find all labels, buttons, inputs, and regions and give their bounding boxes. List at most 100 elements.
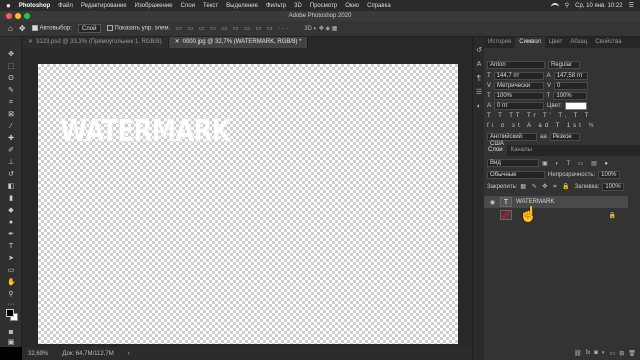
marquee-tool-icon[interactable]: ⬚ xyxy=(7,63,15,70)
more-tools-icon[interactable]: ··· xyxy=(7,301,15,308)
quick-mask-icon[interactable]: ◙ xyxy=(7,329,15,336)
apple-icon[interactable]: ● xyxy=(6,1,11,10)
layer-filter-icons[interactable]: ▣ ◐ T ▭ ▤ ● xyxy=(542,160,611,167)
vertical-scale-field[interactable]: 100% xyxy=(493,92,544,100)
lock-icons[interactable]: ▦ ✎ ✥ ⌗ 🔒 xyxy=(520,183,571,191)
screen-mode-icon[interactable]: ▣ xyxy=(7,339,15,346)
zoom-tool-icon[interactable]: ⚲ xyxy=(7,291,15,298)
history-brush-icon[interactable]: ↺ xyxy=(7,171,15,178)
add-mask-icon[interactable]: ◙ xyxy=(594,350,598,357)
menu-3d[interactable]: 3D xyxy=(294,3,302,9)
baseline-field[interactable]: 0 пт xyxy=(494,102,545,110)
doc-tab[interactable]: ✕ 3123.psd @ 33,3% (Прямоугольник 1, RGB/… xyxy=(22,37,169,48)
opacity-field[interactable]: 100% xyxy=(598,171,621,179)
character-panel-icon[interactable]: A xyxy=(475,61,483,69)
menu-view[interactable]: Просмотр xyxy=(310,3,337,9)
language-select[interactable]: Английский: США xyxy=(487,133,537,147)
delete-layer-icon[interactable]: 🗑 xyxy=(628,350,636,357)
menu-type[interactable]: Текст xyxy=(203,3,218,9)
tab-properties[interactable]: Свойства xyxy=(591,37,625,48)
new-layer-icon[interactable]: ⊞ xyxy=(619,350,624,357)
minimize-window-button[interactable] xyxy=(15,13,21,19)
close-tab-icon[interactable]: ✕ xyxy=(28,39,33,45)
hand-tool-icon[interactable]: ✋ xyxy=(7,279,16,286)
type-tool-icon[interactable]: T xyxy=(7,243,15,250)
menu-layers[interactable]: Слои xyxy=(180,3,195,9)
menu-edit[interactable]: Редактирование xyxy=(81,3,127,9)
lasso-tool-icon[interactable]: ʘ xyxy=(7,75,15,82)
paragraph-panel-icon[interactable]: ¶ xyxy=(475,75,483,83)
frame-tool-icon[interactable]: ⊠ xyxy=(7,111,15,118)
menu-help[interactable]: Справка xyxy=(367,3,391,9)
pen-tool-icon[interactable]: ✒ xyxy=(7,231,15,238)
3d-mode-icons[interactable]: 3D ◐ ✥ ◈ ▦ xyxy=(304,25,337,32)
menu-list-icon[interactable]: ☰ xyxy=(629,2,634,9)
home-icon[interactable]: ⌂ xyxy=(8,24,13,33)
menu-select[interactable]: Выделение xyxy=(226,3,258,9)
link-layers-icon[interactable]: ⛓ xyxy=(574,350,582,357)
layer-filter-select[interactable]: Вид xyxy=(487,159,539,167)
font-style-select[interactable]: Regular xyxy=(548,61,580,69)
visibility-eye-icon[interactable]: ◉ xyxy=(489,199,496,206)
watermark-text[interactable]: WATERMARK xyxy=(60,114,231,149)
foreground-color-swatch[interactable] xyxy=(6,309,14,317)
quick-select-icon[interactable]: ✎ xyxy=(7,87,15,94)
doc-tab-active[interactable]: ✕ 0000.jpg @ 32,7% (WATERMARK, RGB/8) * xyxy=(168,37,309,48)
crop-tool-icon[interactable]: ⌗ xyxy=(7,99,15,106)
healing-brush-icon[interactable]: ✚ xyxy=(7,135,15,142)
canvas[interactable]: WATERMARK xyxy=(38,64,458,344)
tab-history[interactable]: История xyxy=(484,37,515,48)
blend-mode-select[interactable]: Обычные xyxy=(487,171,545,179)
tracking-field[interactable]: 0 xyxy=(554,82,589,90)
layer-row[interactable]: 🔒 xyxy=(484,209,628,221)
tab-layers[interactable]: Слои xyxy=(484,145,507,156)
new-group-icon[interactable]: ▭ xyxy=(610,350,616,357)
menu-image[interactable]: Изображение xyxy=(135,3,173,9)
autoselect-dropdown[interactable]: Слой xyxy=(77,24,101,33)
font-family-select[interactable]: Anton xyxy=(487,61,545,69)
path-select-icon[interactable]: ➤ xyxy=(7,255,15,262)
fill-field[interactable]: 100% xyxy=(602,183,625,191)
autoselect-checkbox[interactable] xyxy=(31,25,38,32)
properties-panel-icon[interactable]: ☰ xyxy=(475,89,483,97)
font-size-field[interactable]: 144,7 пт xyxy=(493,72,544,80)
opentype-buttons[interactable]: fi σ st A ad T 1st ½ xyxy=(487,123,597,129)
history-panel-icon[interactable]: ↺ xyxy=(475,47,483,55)
tab-color[interactable]: Цвет xyxy=(545,37,566,48)
align-icons[interactable]: ▭ ▭ ▭ ▭ ▭ ▭ ▭ ▭ ▭ ··· xyxy=(176,25,290,32)
wifi-icon[interactable] xyxy=(550,3,559,8)
clock[interactable]: Ср, 10 янв. 10:22 xyxy=(575,3,622,9)
leading-field[interactable]: 147,58 пт xyxy=(553,72,588,80)
transform-controls-checkbox[interactable] xyxy=(106,25,113,32)
app-menu[interactable]: Photoshop xyxy=(19,3,50,9)
zoom-level[interactable]: 32,69% xyxy=(28,351,48,357)
zoom-window-button[interactable] xyxy=(24,13,30,19)
move-tool-icon[interactable]: ✥ xyxy=(19,24,26,33)
type-style-buttons[interactable]: T T TT Tr T' T, T T xyxy=(487,113,591,119)
adjustment-layer-icon[interactable]: ◐ xyxy=(602,350,606,357)
blur-tool-icon[interactable]: ◆ xyxy=(7,207,15,214)
gradient-tool-icon[interactable]: ▮ xyxy=(7,195,15,202)
fx-icon[interactable]: fx xyxy=(586,350,591,357)
menu-window[interactable]: Окно xyxy=(345,3,359,9)
horizontal-scale-field[interactable]: 100% xyxy=(553,92,588,100)
dodge-tool-icon[interactable]: ● xyxy=(7,219,15,226)
status-arrow-icon[interactable]: › xyxy=(128,351,130,357)
kerning-select[interactable]: Метрически xyxy=(494,82,545,90)
tab-channels[interactable]: Каналы xyxy=(507,145,536,156)
brush-tool-icon[interactable]: ✐ xyxy=(7,147,15,154)
tab-character[interactable]: Символ xyxy=(515,37,545,48)
text-color-swatch[interactable] xyxy=(565,102,588,110)
layer-row[interactable]: ◉ T WATERMARK xyxy=(484,196,628,208)
menu-filter[interactable]: Фильтр xyxy=(266,3,286,9)
tab-paragraph[interactable]: Абзац xyxy=(566,37,591,48)
menu-file[interactable]: Файл xyxy=(58,3,73,9)
search-icon[interactable]: ⚲ xyxy=(565,2,569,9)
clone-stamp-icon[interactable]: ⊥ xyxy=(7,159,15,166)
close-tab-icon[interactable]: ✕ xyxy=(175,39,180,45)
eyedropper-icon[interactable]: ⁄ xyxy=(7,123,15,130)
rectangle-tool-icon[interactable]: ▭ xyxy=(7,267,15,274)
move-tool-icon[interactable]: ✥ xyxy=(7,51,15,58)
eraser-icon[interactable]: ◧ xyxy=(7,183,15,190)
close-window-button[interactable] xyxy=(6,13,12,19)
